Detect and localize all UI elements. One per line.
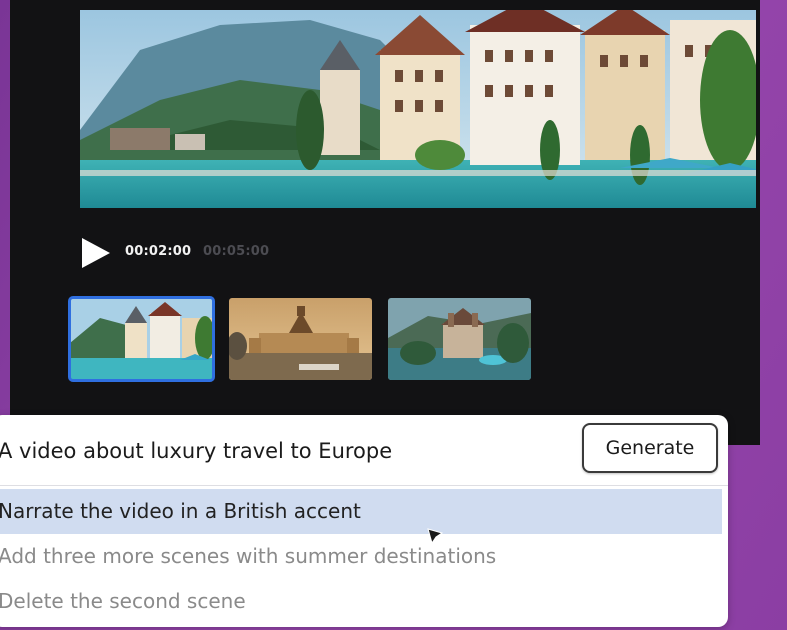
suggestion-item[interactable]: Add three more scenes with summer destin…: [0, 534, 728, 579]
scene-thumbnail-1[interactable]: [68, 296, 215, 382]
prompt-input[interactable]: A video about luxury travel to Europe: [0, 433, 568, 469]
current-time: 00:02:00: [125, 244, 192, 259]
play-button[interactable]: [80, 236, 112, 270]
scene-thumbnail-2[interactable]: [229, 298, 372, 380]
mouse-cursor-icon: [426, 527, 444, 545]
video-preview[interactable]: [80, 10, 756, 208]
suggestion-item[interactable]: Delete the second scene: [0, 579, 728, 624]
suggestion-list: Narrate the video in a British accent Ad…: [0, 489, 728, 624]
divider: [0, 485, 728, 486]
play-icon: [82, 238, 110, 268]
suggestion-item[interactable]: Narrate the video in a British accent: [0, 489, 722, 534]
scene-thumbnail-3[interactable]: [388, 298, 531, 380]
prompt-panel: A video about luxury travel to Europe Ge…: [0, 415, 728, 627]
video-player: 00:02:00 00:05:00: [10, 0, 760, 445]
generate-button[interactable]: Generate: [582, 423, 718, 473]
total-time: 00:05:00: [203, 244, 270, 259]
